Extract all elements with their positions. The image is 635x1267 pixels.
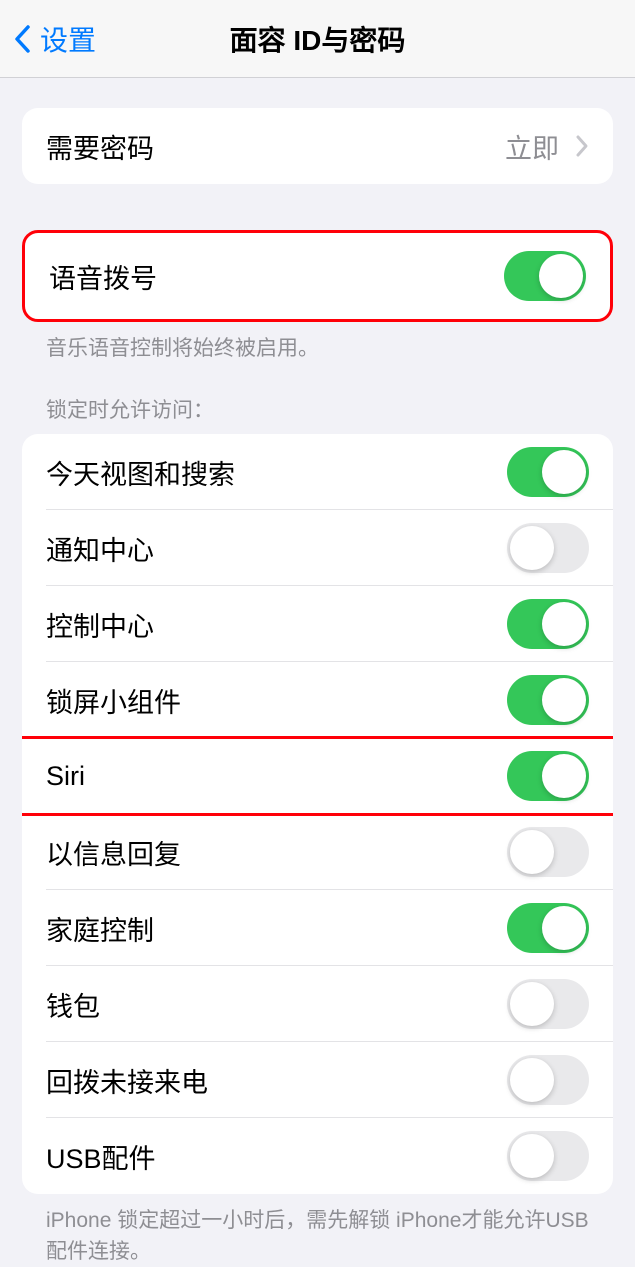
lock-access-toggle[interactable] [507,599,589,649]
back-button[interactable]: 设置 [0,19,96,59]
require-passcode-cell[interactable]: 需要密码 立即 [22,108,613,184]
lock-access-label: Siri [46,761,85,792]
chevron-left-icon [12,22,32,56]
lock-access-cell[interactable]: 锁屏小组件 [22,662,613,738]
lock-access-toggle[interactable] [507,903,589,953]
require-passcode-label: 需要密码 [46,127,154,166]
lock-access-toggle[interactable] [507,1131,589,1181]
lock-access-cell[interactable]: 回拨未接来电 [22,1042,613,1118]
voice-dial-label: 语音拨号 [49,257,157,296]
voice-dial-group: 语音拨号 [22,230,613,322]
lock-access-cell[interactable]: 钱包 [22,966,613,1042]
nav-bar: 设置 面容 ID与密码 [0,0,635,78]
lock-access-label: 控制中心 [46,605,154,644]
lock-access-group: 今天视图和搜索通知中心控制中心锁屏小组件 Siri 以信息回复家庭控制钱包回拨未接来… [22,434,613,1194]
lock-access-label: 回拨未接来电 [46,1061,208,1100]
lock-access-cell[interactable]: USB配件 [22,1118,613,1194]
lock-access-label: 通知中心 [46,529,154,568]
require-passcode-value: 立即 [505,127,559,166]
lock-access-cell[interactable]: 家庭控制 [22,890,613,966]
lock-access-toggle[interactable] [507,1055,589,1105]
chevron-right-icon [575,134,589,158]
lock-access-header: 锁定时允许访问： [22,364,613,434]
passcode-group: 需要密码 立即 [22,108,613,184]
lock-access-toggle[interactable] [507,979,589,1029]
lock-access-label: 以信息回复 [46,833,181,872]
back-label: 设置 [40,19,96,59]
lock-access-cell[interactable]: Siri [22,738,613,814]
lock-access-cell[interactable]: 以信息回复 [22,814,613,890]
voice-dial-footer: 音乐语音控制将始终被启用。 [22,322,613,364]
voice-dial-cell[interactable]: 语音拨号 [25,233,610,319]
lock-access-toggle[interactable] [507,675,589,725]
lock-access-footer: iPhone 锁定超过一小时后，需先解锁 iPhone才能允许USB 配件连接。 [22,1194,613,1267]
lock-access-toggle[interactable] [507,447,589,497]
lock-access-toggle[interactable] [507,523,589,573]
voice-dial-toggle[interactable] [504,251,586,301]
lock-access-cell[interactable]: 控制中心 [22,586,613,662]
lock-access-label: 锁屏小组件 [46,681,181,720]
lock-access-label: 家庭控制 [46,909,154,948]
lock-access-cell[interactable]: 通知中心 [22,510,613,586]
lock-access-label: 钱包 [46,985,100,1024]
lock-access-label: USB配件 [46,1137,156,1176]
lock-access-toggle[interactable] [507,827,589,877]
lock-access-label: 今天视图和搜索 [46,453,235,492]
lock-access-cell[interactable]: 今天视图和搜索 [22,434,613,510]
page-title: 面容 ID与密码 [230,19,406,59]
lock-access-toggle[interactable] [507,751,589,801]
